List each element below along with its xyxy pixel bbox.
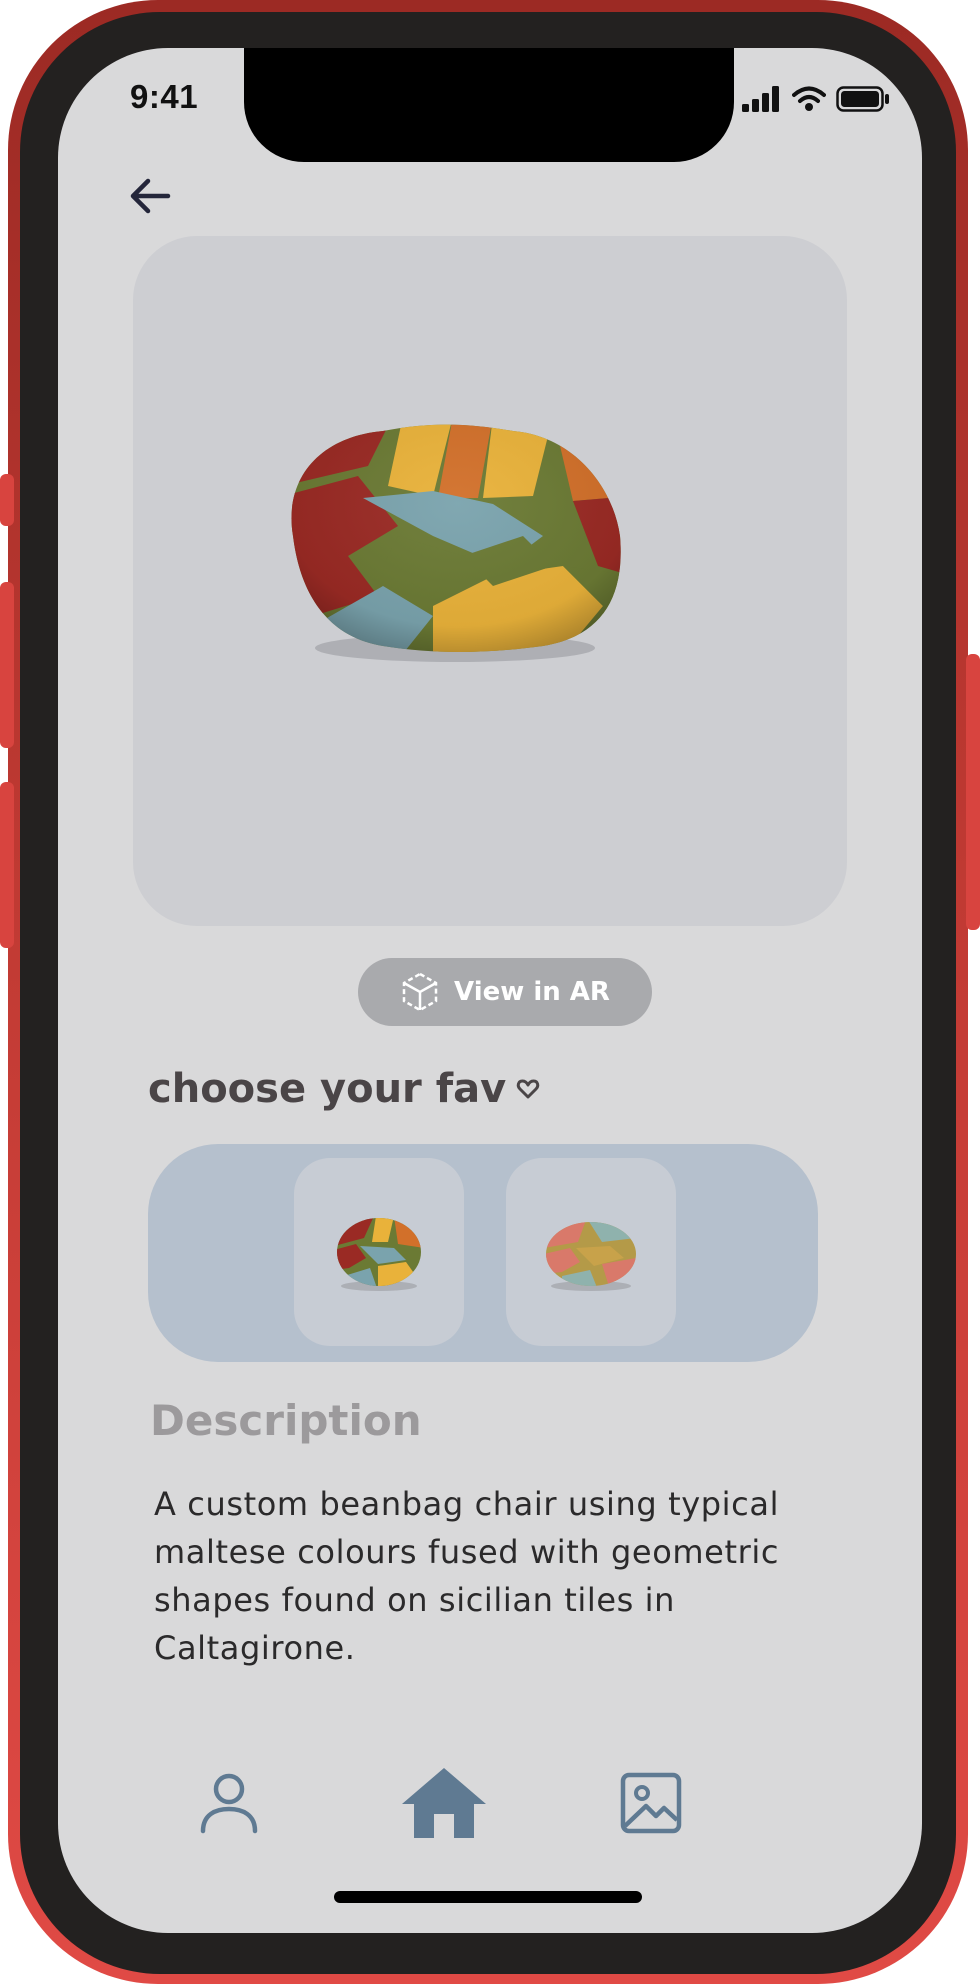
beanbag-thumbnail-1: [337, 1218, 421, 1291]
product-image-card: [133, 236, 847, 926]
cube-ar-icon: [402, 972, 438, 1012]
choose-fav-heading: choose your fav: [148, 1066, 540, 1112]
user-icon: [200, 1773, 258, 1834]
notch: [244, 48, 734, 162]
battery-icon: [836, 86, 889, 112]
power-button: [966, 654, 980, 930]
volume-down-button: [0, 782, 14, 948]
volume-up-button: [0, 582, 14, 748]
view-in-ar-label: View in AR: [454, 977, 610, 1007]
home-icon: [402, 1768, 486, 1838]
variant-selector: [148, 1144, 818, 1362]
app-screen: 9:41 View in AR choose your fav Descript…: [58, 48, 922, 1933]
beanbag-chair-image: [291, 424, 621, 662]
choose-fav-title: choose your fav: [148, 1066, 507, 1112]
nav-gallery[interactable]: [606, 1758, 696, 1848]
beanbag-variant-1[interactable]: [294, 1158, 464, 1346]
description-title: Description: [150, 1396, 422, 1445]
back-button[interactable]: [122, 168, 178, 224]
beanbag-thumbnail-2: [546, 1222, 636, 1291]
nav-profile[interactable]: [184, 1758, 274, 1848]
silent-switch: [0, 474, 14, 526]
status-icons: [742, 86, 890, 112]
description-text: A custom beanbag chair using typical mal…: [154, 1485, 780, 1667]
image-icon: [620, 1772, 682, 1834]
wifi-icon: [792, 86, 826, 111]
beanbag-variant-2[interactable]: [506, 1158, 676, 1346]
view-in-ar-button[interactable]: View in AR: [358, 958, 652, 1026]
status-time: 9:41: [130, 78, 199, 115]
arrow-left-icon: [130, 178, 171, 214]
home-indicator: [334, 1891, 642, 1903]
nav-home[interactable]: [394, 1758, 494, 1848]
heart-icon: [516, 1079, 540, 1099]
signal-icon: [742, 86, 779, 112]
